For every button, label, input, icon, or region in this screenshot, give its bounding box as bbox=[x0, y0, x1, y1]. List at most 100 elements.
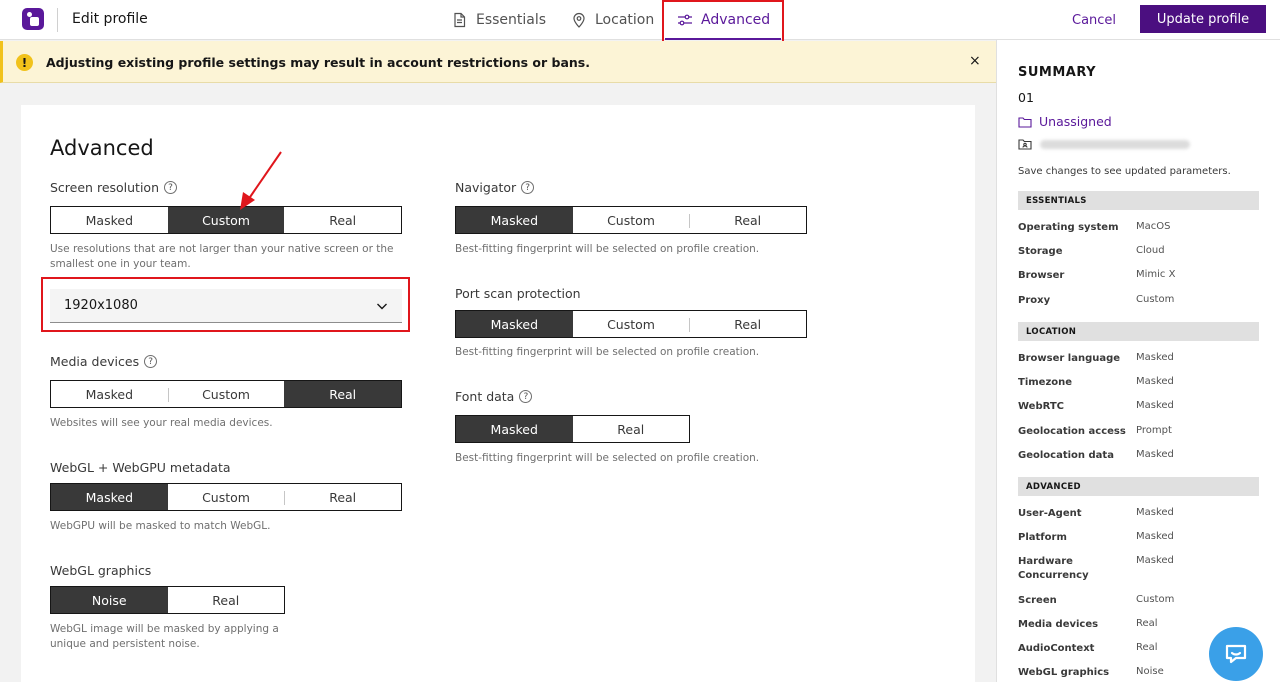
webgl-graphics-label: WebGL graphics bbox=[50, 563, 151, 578]
summary-note: Save changes to see updated parameters. bbox=[1018, 166, 1231, 177]
summary-location-header: LOCATION bbox=[1018, 322, 1259, 341]
summary-value: MacOS bbox=[1136, 221, 1171, 232]
summary-advanced-header: ADVANCED bbox=[1018, 477, 1259, 496]
summary-key: Browser bbox=[1018, 270, 1065, 281]
summary-key: WebRTC bbox=[1018, 401, 1065, 412]
header-divider bbox=[57, 8, 58, 32]
navigator-option-custom[interactable]: Custom bbox=[573, 207, 690, 233]
webgl-graphics-option-real[interactable]: Real bbox=[168, 587, 285, 613]
summary-value: Masked bbox=[1136, 376, 1174, 387]
summary-value: Real bbox=[1136, 642, 1158, 653]
top-bar: Edit profile Essentials Location Advance… bbox=[0, 0, 1280, 40]
folder-icon bbox=[1018, 116, 1032, 128]
warning-text: Adjusting existing profile settings may … bbox=[46, 55, 591, 70]
summary-essentials-header: ESSENTIALS bbox=[1018, 191, 1259, 210]
media-devices-label-text: Media devices bbox=[50, 354, 140, 369]
close-icon[interactable]: × bbox=[969, 53, 981, 69]
summary-value: Masked bbox=[1136, 555, 1174, 566]
summary-key: WebGL graphics bbox=[1018, 667, 1110, 678]
webgl-graphics-hint-line1: WebGL image will be masked by applying a bbox=[50, 623, 279, 635]
webgl-metadata-option-real[interactable]: Real bbox=[284, 484, 401, 510]
font-data-hint: Best-fitting fingerprint will be selecte… bbox=[455, 452, 760, 464]
port-scan-option-custom[interactable]: Custom bbox=[573, 311, 690, 337]
chat-support-button[interactable] bbox=[1209, 627, 1263, 681]
page-title: Edit profile bbox=[72, 11, 148, 27]
summary-value: Prompt bbox=[1136, 425, 1172, 436]
screen-resolution-option-real[interactable]: Real bbox=[284, 207, 401, 233]
summary-value: Masked bbox=[1136, 531, 1174, 542]
section-title: Advanced bbox=[50, 136, 154, 160]
help-icon[interactable]: ? bbox=[164, 181, 178, 194]
screen-resolution-hint: Use resolutions that are not larger than… bbox=[50, 242, 410, 272]
summary-value: Custom bbox=[1136, 294, 1175, 305]
summary-key: Operating system bbox=[1018, 222, 1119, 233]
webgl-metadata-option-masked[interactable]: Masked bbox=[51, 484, 168, 510]
tab-location[interactable]: Location bbox=[571, 0, 654, 40]
summary-folder-link[interactable]: Unassigned bbox=[1018, 114, 1112, 129]
media-devices-option-real[interactable]: Real bbox=[284, 381, 402, 407]
help-icon[interactable]: ? bbox=[144, 355, 158, 368]
summary-value: Cloud bbox=[1136, 245, 1165, 256]
media-devices-hint: Websites will see your real media device… bbox=[50, 417, 273, 429]
port-scan-hint: Best-fitting fingerprint will be selecte… bbox=[455, 346, 760, 358]
webgl-metadata-switcher: Masked Custom Real bbox=[50, 483, 402, 511]
summary-value: Mimic X bbox=[1136, 269, 1176, 280]
webgl-metadata-label-text: WebGL + WebGPU metadata bbox=[50, 460, 231, 475]
screen-resolution-switcher: Masked Custom Real bbox=[50, 206, 402, 234]
summary-key: AudioContext bbox=[1018, 643, 1095, 654]
port-scan-option-masked[interactable]: Masked bbox=[456, 311, 573, 337]
help-icon[interactable]: ? bbox=[521, 181, 535, 194]
chat-icon bbox=[1225, 644, 1247, 664]
annotation-highlight-tab bbox=[662, 0, 784, 43]
app-logo[interactable] bbox=[22, 8, 44, 30]
screen-resolution-hint-line1: Use resolutions that are not larger than… bbox=[50, 243, 394, 255]
summary-value: Masked bbox=[1136, 352, 1174, 363]
summary-key: Browser language bbox=[1018, 353, 1121, 364]
navigator-switcher: Masked Custom Real bbox=[455, 206, 807, 234]
summary-key: Platform bbox=[1018, 532, 1067, 543]
navigator-label-text: Navigator bbox=[455, 180, 517, 195]
update-profile-button[interactable]: Update profile bbox=[1140, 5, 1266, 33]
port-scan-label-text: Port scan protection bbox=[455, 286, 581, 301]
screen-resolution-label-text: Screen resolution bbox=[50, 180, 160, 195]
cancel-button[interactable]: Cancel bbox=[1058, 6, 1130, 34]
annotation-arrow bbox=[240, 151, 282, 210]
font-data-option-masked[interactable]: Masked bbox=[456, 416, 573, 442]
warning-icon: ! bbox=[16, 54, 33, 71]
summary-key: User-Agent bbox=[1018, 508, 1082, 519]
screen-resolution-hint-line2: smallest one in your team. bbox=[50, 258, 191, 270]
summary-value: Noise bbox=[1136, 666, 1164, 677]
summary-value: Masked bbox=[1136, 400, 1174, 411]
webgl-metadata-hint: WebGPU will be masked to match WebGL. bbox=[50, 520, 271, 532]
port-scan-option-real[interactable]: Real bbox=[689, 311, 806, 337]
screen-resolution-label: Screen resolution ? bbox=[50, 180, 178, 195]
summary-key: Media devices bbox=[1018, 619, 1099, 630]
navigator-label: Navigator ? bbox=[455, 180, 535, 195]
user-folder-icon bbox=[1018, 139, 1032, 150]
webgl-graphics-option-noise[interactable]: Noise bbox=[51, 587, 168, 613]
warning-banner: ! Adjusting existing profile settings ma… bbox=[0, 41, 996, 83]
tab-essentials[interactable]: Essentials bbox=[452, 0, 546, 40]
summary-key: Geolocation data bbox=[1018, 450, 1114, 461]
navigator-hint: Best-fitting fingerprint will be selecte… bbox=[455, 243, 760, 255]
summary-value: Custom bbox=[1136, 594, 1175, 605]
screen-resolution-option-masked[interactable]: Masked bbox=[51, 207, 168, 233]
summary-value: Real bbox=[1136, 618, 1158, 629]
webgl-metadata-option-custom[interactable]: Custom bbox=[168, 484, 285, 510]
font-data-label-text: Font data bbox=[455, 389, 515, 404]
summary-value: Masked bbox=[1136, 507, 1174, 518]
media-devices-option-custom[interactable]: Custom bbox=[167, 381, 285, 407]
media-devices-switcher: Masked Custom Real bbox=[50, 380, 402, 408]
navigator-option-masked[interactable]: Masked bbox=[456, 207, 573, 233]
port-scan-switcher: Masked Custom Real bbox=[455, 310, 807, 338]
webgl-graphics-hint-line2: unique and persistent noise. bbox=[50, 638, 200, 650]
port-scan-label: Port scan protection bbox=[455, 286, 581, 301]
font-data-option-real[interactable]: Real bbox=[573, 416, 690, 442]
webgl-metadata-label: WebGL + WebGPU metadata bbox=[50, 460, 231, 475]
summary-key: Proxy bbox=[1018, 295, 1051, 306]
help-icon[interactable]: ? bbox=[519, 390, 533, 403]
font-data-switcher: Masked Real bbox=[455, 415, 690, 443]
navigator-option-real[interactable]: Real bbox=[689, 207, 806, 233]
summary-key: Timezone bbox=[1018, 377, 1073, 388]
media-devices-option-masked[interactable]: Masked bbox=[51, 381, 168, 407]
